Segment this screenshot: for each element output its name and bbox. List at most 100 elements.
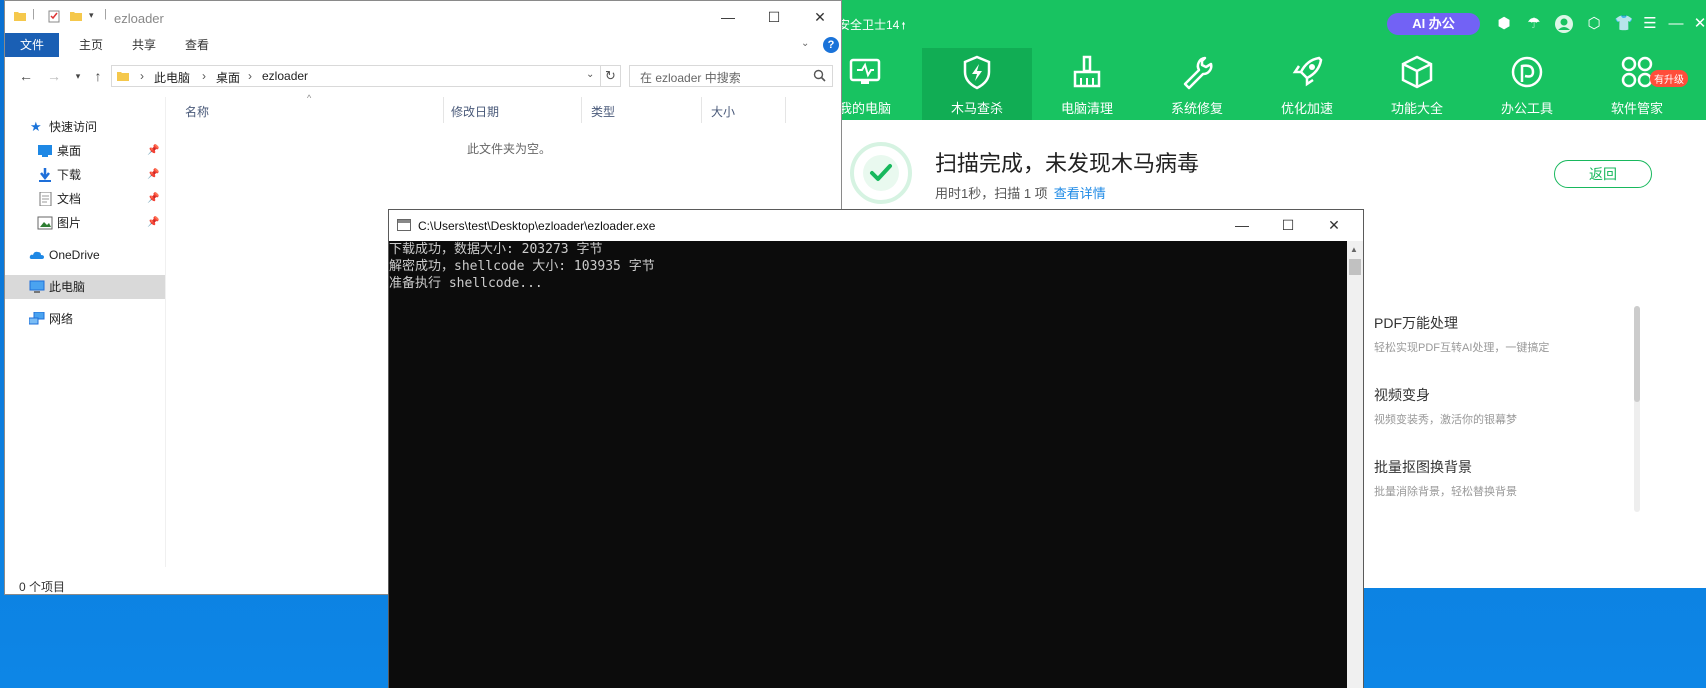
- minimize-button[interactable]: —: [705, 1, 751, 33]
- breadcrumb-ezloader[interactable]: ezloader: [262, 69, 308, 83]
- ai-office-button[interactable]: AI 办公: [1387, 13, 1480, 35]
- console-minimize-button[interactable]: —: [1219, 210, 1265, 241]
- tab-file[interactable]: 文件: [5, 33, 59, 57]
- column-type[interactable]: 类型: [591, 103, 615, 120]
- panel-item-video[interactable]: 视频变身 视频变装秀，激活你的银幕梦: [1374, 385, 1654, 427]
- umbrella-icon[interactable]: ☂: [1524, 14, 1544, 34]
- console-titlebar: C:\Users\test\Desktop\ezloader\ezloader.…: [389, 210, 1363, 241]
- tab-home[interactable]: 主页: [67, 33, 115, 57]
- sidebar-item-onedrive[interactable]: OneDrive: [5, 243, 165, 267]
- search-input[interactable]: 在 ezloader 中搜索: [629, 65, 833, 87]
- sidebar-item-downloads[interactable]: 下载 📌: [5, 163, 165, 187]
- customize-qa-icon[interactable]: ▾: [89, 10, 103, 24]
- computer-icon: [29, 280, 45, 293]
- sidebar-item-desktop[interactable]: 桌面 📌: [5, 139, 165, 163]
- folder-icon: [117, 72, 129, 81]
- nav-office-tools[interactable]: 办公工具: [1472, 48, 1582, 120]
- breadcrumb-this-pc[interactable]: 此电脑: [154, 69, 190, 86]
- nav-system-repair[interactable]: 系统修复: [1142, 48, 1252, 120]
- refresh-icon[interactable]: ↻: [601, 65, 621, 87]
- sidebar-item-network[interactable]: 网络: [5, 307, 165, 331]
- back-button[interactable]: 返回: [1554, 160, 1652, 188]
- scan-result-title: 扫描完成，未发现木马病毒: [935, 151, 1200, 176]
- close-icon[interactable]: ✕: [1690, 14, 1706, 34]
- breadcrumb-separator: ›: [248, 69, 252, 83]
- console-maximize-button[interactable]: ☐: [1265, 210, 1311, 241]
- panel-item-pdf[interactable]: PDF万能处理 轻松实现PDF互转AI处理，一键搞定: [1374, 313, 1654, 355]
- properties-icon[interactable]: [47, 9, 61, 23]
- panel-scrollbar[interactable]: [1634, 306, 1640, 512]
- search-placeholder: 在 ezloader 中搜索: [640, 71, 741, 85]
- scroll-up-icon[interactable]: ▲: [1350, 245, 1358, 254]
- broom-icon: [1073, 55, 1101, 88]
- empty-folder-message: 此文件夹为空。: [467, 142, 552, 156]
- menu-icon[interactable]: ☰: [1640, 14, 1660, 34]
- nav-cleanup[interactable]: 电脑清理: [1032, 48, 1142, 120]
- pin-icon[interactable]: 📌: [147, 139, 159, 163]
- column-divider[interactable]: [581, 97, 582, 123]
- network-icon: [29, 312, 45, 325]
- pin-icon[interactable]: 📌: [147, 211, 159, 235]
- expand-ribbon-icon[interactable]: ⌄: [801, 38, 809, 49]
- address-dropdown-icon[interactable]: ⌄: [586, 69, 594, 80]
- tab-share[interactable]: 共享: [120, 33, 168, 57]
- column-divider[interactable]: [701, 97, 702, 123]
- shirt-icon[interactable]: 👕: [1614, 14, 1634, 34]
- back-arrow-icon[interactable]: ←: [17, 67, 35, 85]
- avatar[interactable]: [1554, 14, 1574, 34]
- console-scrollbar[interactable]: ▲: [1347, 241, 1363, 688]
- search-icon: [813, 69, 826, 82]
- breadcrumb-separator: ›: [202, 69, 206, 83]
- nav-my-computer[interactable]: 我的电脑: [830, 48, 920, 120]
- view-details-link[interactable]: 查看详情: [1054, 186, 1106, 201]
- sidebar-item-quick-access[interactable]: ★ 快速访问: [5, 115, 165, 139]
- picture-icon: [37, 216, 53, 230]
- panel-item-cutout[interactable]: 批量抠图换背景 批量消除背景，轻松替换背景: [1374, 457, 1654, 499]
- close-button[interactable]: ✕: [797, 1, 843, 33]
- minimize-icon[interactable]: —: [1666, 14, 1686, 34]
- upgrade-badge: 有升级: [1650, 70, 1688, 87]
- tab-view[interactable]: 查看: [173, 33, 221, 57]
- forward-arrow-icon[interactable]: →: [45, 67, 63, 85]
- explorer-title: ezloader: [114, 11, 164, 26]
- console-close-button[interactable]: ✕: [1311, 210, 1357, 241]
- sidebar-item-this-pc[interactable]: 此电脑: [5, 275, 165, 299]
- nav-trojan-scan[interactable]: 木马查杀: [922, 48, 1032, 120]
- console-scrollbar-thumb[interactable]: [1349, 259, 1361, 275]
- download-icon: [39, 168, 51, 182]
- pin-icon[interactable]: 📌: [147, 163, 159, 187]
- pin-icon[interactable]: 📌: [147, 187, 159, 211]
- cube-icon: [1401, 55, 1433, 89]
- column-date[interactable]: 修改日期: [451, 103, 499, 120]
- nav-all-features[interactable]: 功能大全: [1362, 48, 1472, 120]
- column-divider[interactable]: [443, 97, 444, 123]
- console-window: C:\Users\test\Desktop\ezloader\ezloader.…: [388, 209, 1364, 688]
- help-icon[interactable]: ?: [823, 37, 839, 53]
- column-divider[interactable]: [785, 97, 786, 123]
- settings-hex-icon[interactable]: ⬡: [1584, 14, 1604, 34]
- cloud-icon: [29, 251, 44, 259]
- new-folder-icon[interactable]: [69, 9, 83, 23]
- monitor-icon: [849, 58, 881, 84]
- console-output[interactable]: 下载成功，数据大小: 203273 字节 解密成功，shellcode 大小: …: [389, 241, 1347, 688]
- sidebar-item-pictures[interactable]: 图片 📌: [5, 211, 165, 235]
- security-app-title: 安全卫士14 🠕: [838, 18, 906, 32]
- address-row: ← → ▾ ↑ › 此电脑 › 桌面 › ezloader ⌄ ↻ 在 ezlo…: [5, 61, 841, 91]
- panel-scrollbar-thumb[interactable]: [1634, 306, 1640, 402]
- column-size[interactable]: 大小: [711, 103, 735, 120]
- nav-optimize[interactable]: 优化加速: [1252, 48, 1362, 120]
- up-arrow-icon[interactable]: ↑: [89, 67, 107, 85]
- maximize-button[interactable]: ☐: [751, 1, 797, 33]
- sidebar-item-documents[interactable]: 文档 📌: [5, 187, 165, 211]
- column-name[interactable]: 名称: [185, 103, 209, 120]
- scan-success-icon: [850, 142, 912, 204]
- recent-locations-icon[interactable]: ▾: [69, 67, 87, 85]
- shield-icon: [963, 55, 991, 90]
- office-icon: [1511, 56, 1543, 88]
- address-bar[interactable]: › 此电脑 › 桌面 › ezloader ⌄: [111, 65, 601, 87]
- pane-divider[interactable]: [165, 97, 166, 567]
- star-icon: ★: [30, 119, 42, 134]
- hex-icon[interactable]: ⬢: [1494, 14, 1514, 34]
- console-line: 准备执行 shellcode...: [389, 276, 543, 291]
- breadcrumb-desktop[interactable]: 桌面: [216, 69, 240, 86]
